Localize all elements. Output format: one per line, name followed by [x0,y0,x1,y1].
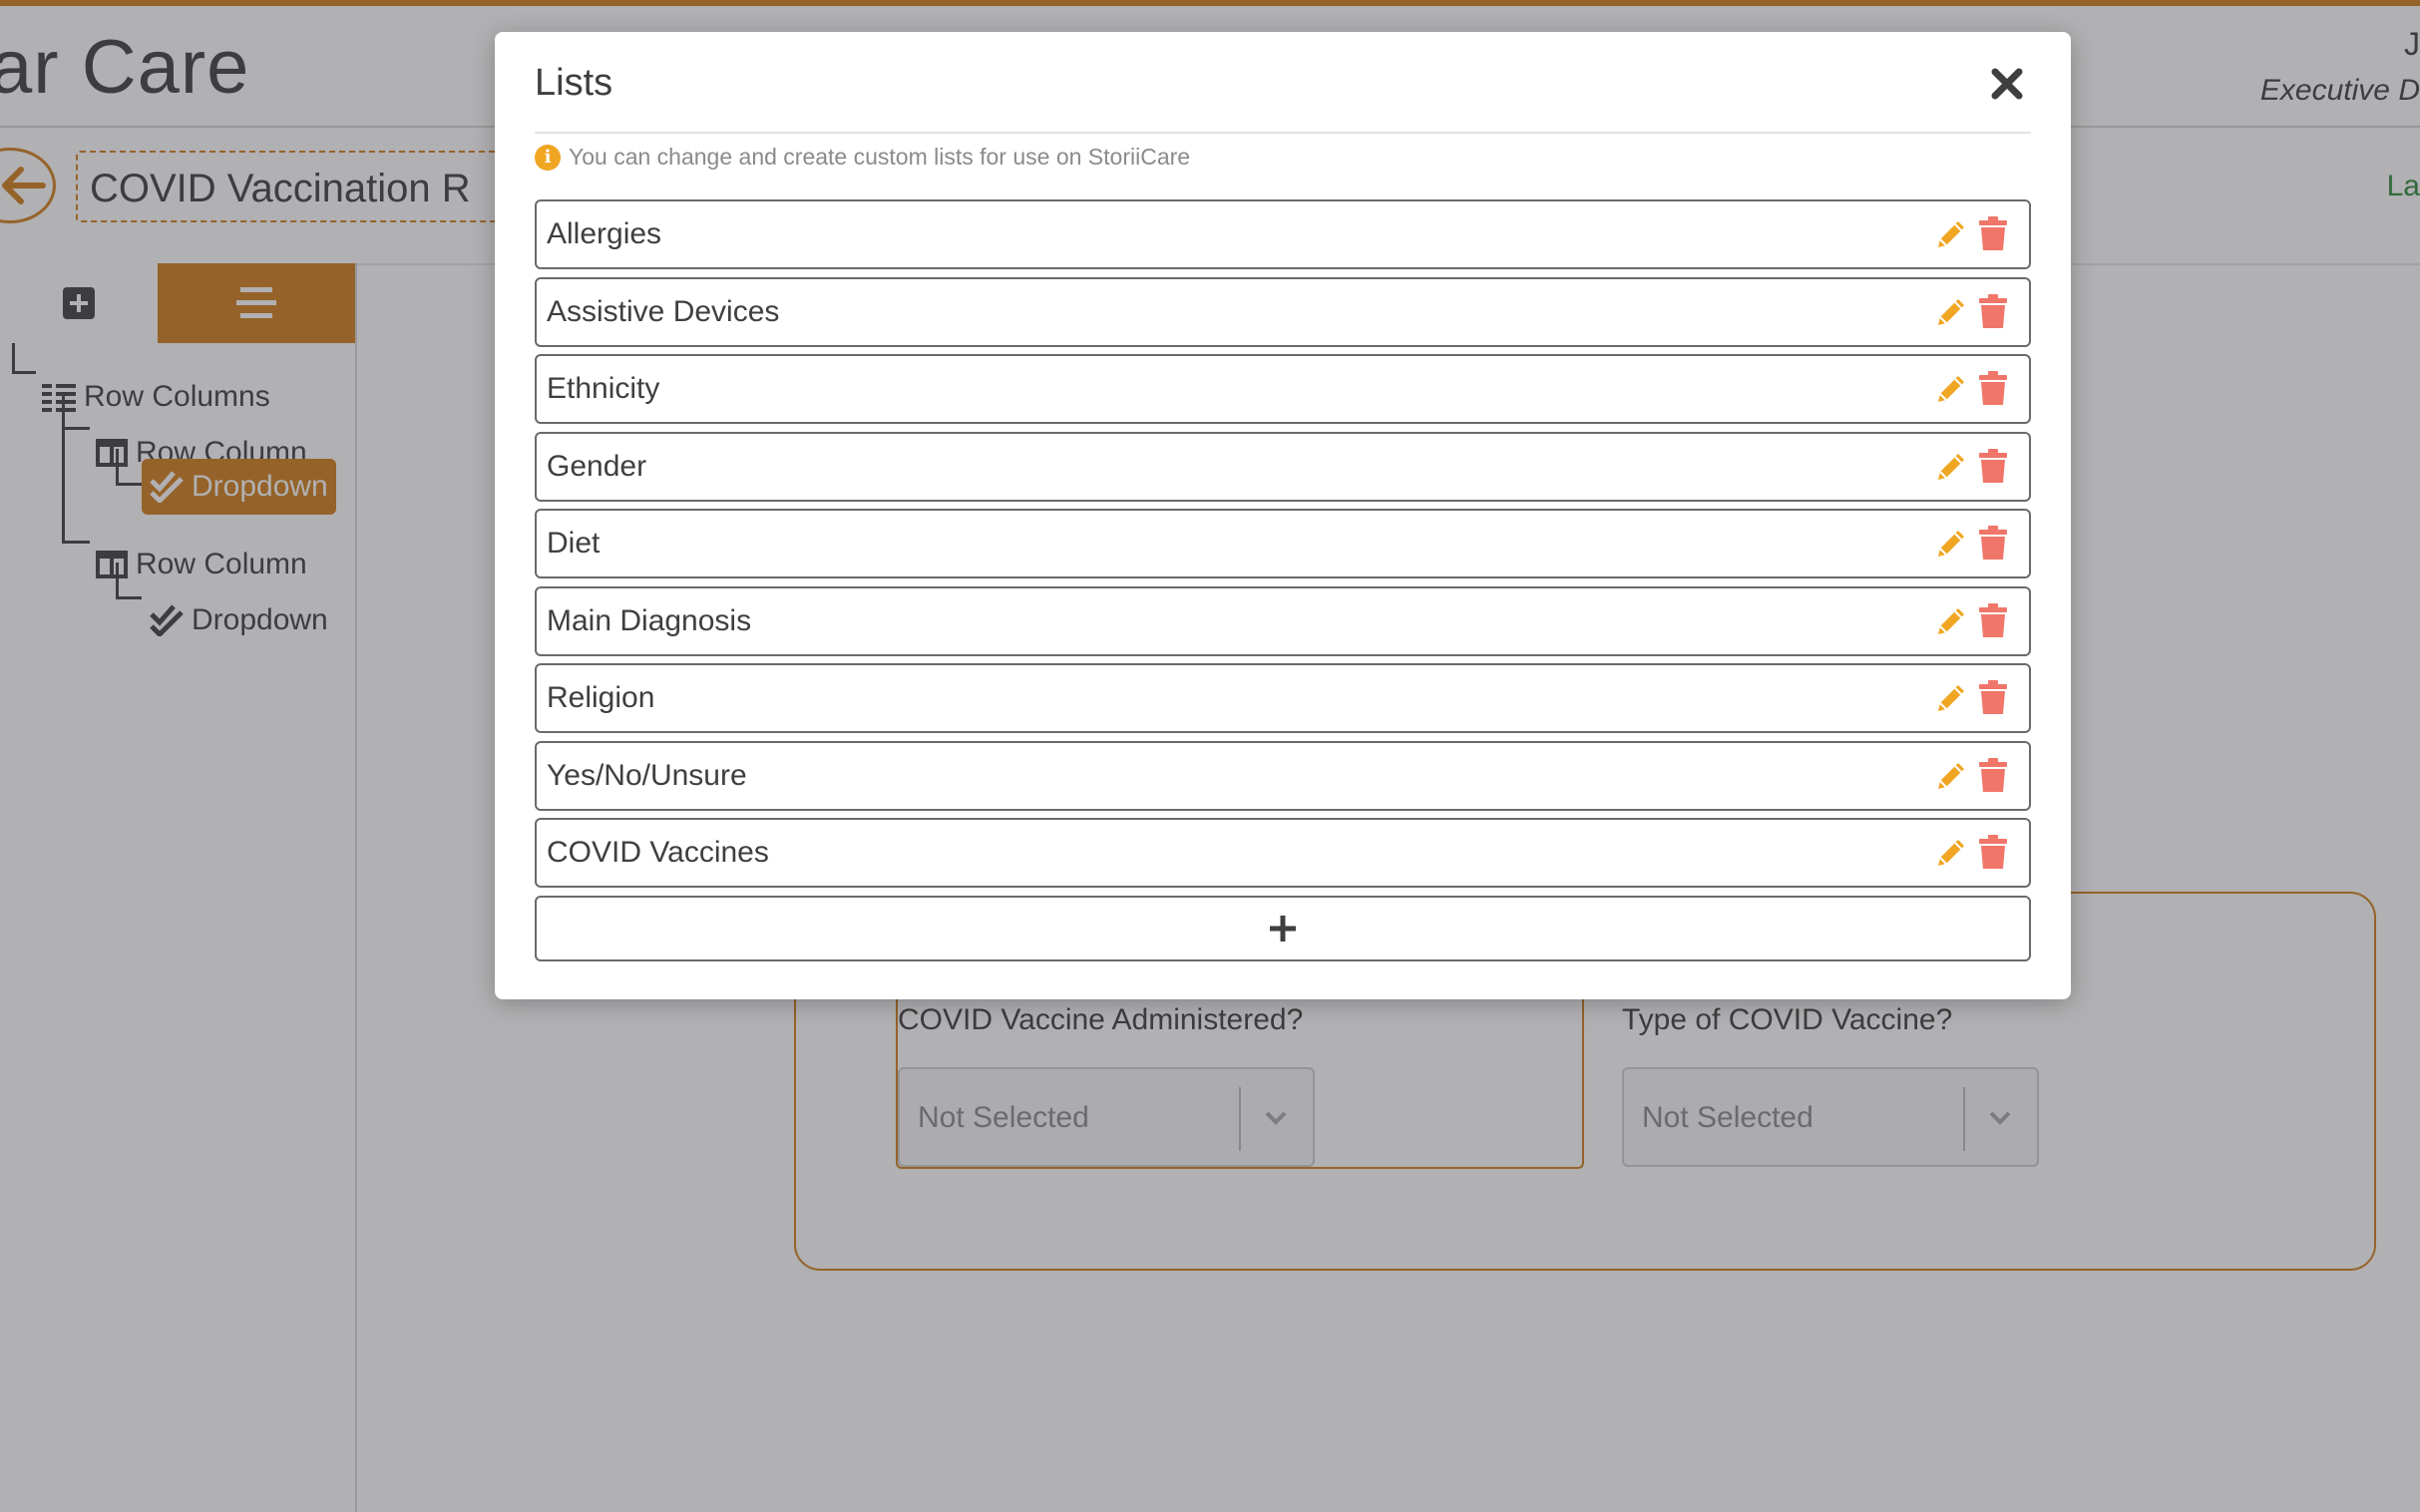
info-icon: i [535,144,561,171]
list-item-actions [1933,601,2011,641]
list-item-label: Diet [547,527,601,560]
edit-button[interactable] [1933,369,1969,409]
list-item-actions [1933,292,2011,332]
list-item[interactable]: Yes/No/Unsure [535,740,2031,811]
pencil-icon [1938,376,1964,402]
trash-icon [1979,526,2007,560]
list-item[interactable]: Assistive Devices [535,276,2031,347]
edit-button[interactable] [1933,292,1969,332]
modal-info-text: You can change and create custom lists f… [569,144,1191,170]
delete-button[interactable] [1975,214,2011,254]
list-item[interactable]: Allergies [535,199,2031,269]
delete-button[interactable] [1975,756,2011,796]
trash-icon [1979,757,2007,792]
list-item[interactable]: Main Diagnosis [535,585,2031,656]
trash-icon [1979,448,2007,483]
trash-icon [1979,602,2007,637]
list-item-actions [1933,369,2011,409]
edit-button[interactable] [1933,524,1969,564]
trash-icon [1979,371,2007,405]
list-item-label: Assistive Devices [547,294,780,328]
list-item-label: Allergies [547,217,662,250]
list-item-actions [1933,524,2011,564]
pencil-icon [1938,453,1964,480]
list-item-label: COVID Vaccines [547,836,769,869]
edit-button[interactable] [1933,447,1969,487]
modal-divider [535,132,2031,134]
list-item-label: Main Diagnosis [547,603,752,637]
list-item-actions [1933,214,2011,254]
modal-info: i You can change and create custom lists… [535,144,1190,171]
edit-button[interactable] [1933,214,1969,254]
pencil-icon [1938,298,1964,325]
delete-button[interactable] [1975,447,2011,487]
list-item-actions [1933,833,2011,873]
list-item[interactable]: Religion [535,663,2031,733]
close-button[interactable] [1983,60,2031,108]
pencil-icon [1938,685,1964,711]
edit-button[interactable] [1933,678,1969,718]
list-item-label: Religion [547,681,655,714]
delete-button[interactable] [1975,524,2011,564]
edit-button[interactable] [1933,833,1969,873]
edit-button[interactable] [1933,601,1969,641]
delete-button[interactable] [1975,292,2011,332]
trash-icon [1979,680,2007,714]
trash-icon [1979,216,2007,250]
list-item[interactable]: Gender [535,431,2031,502]
list-item-label: Ethnicity [547,372,660,405]
delete-button[interactable] [1975,678,2011,718]
delete-button[interactable] [1975,601,2011,641]
list-item-actions [1933,756,2011,796]
pencil-icon [1938,531,1964,557]
add-list-button[interactable] [535,895,2031,961]
pencil-icon [1938,762,1964,789]
trash-icon [1979,835,2007,869]
plus-icon [1270,915,1296,942]
list-item[interactable]: Diet [535,509,2031,578]
pencil-icon [1938,840,1964,866]
edit-button[interactable] [1933,756,1969,796]
modal-title: Lists [535,62,613,104]
list-item-actions [1933,447,2011,487]
lists-modal: Lists i You can change and create custom… [495,32,2071,999]
trash-icon [1979,293,2007,328]
delete-button[interactable] [1975,833,2011,873]
lists-container: Allergies Assistive Devices Ethnicity Ge… [535,199,2031,961]
delete-button[interactable] [1975,369,2011,409]
list-item[interactable]: COVID Vaccines [535,818,2031,888]
list-item-label: Gender [547,449,647,483]
close-icon [1991,68,2023,100]
pencil-icon [1938,221,1964,247]
list-item-label: Yes/No/Unsure [547,758,747,792]
list-item-actions [1933,678,2011,718]
list-item[interactable]: Ethnicity [535,354,2031,424]
pencil-icon [1938,607,1964,634]
